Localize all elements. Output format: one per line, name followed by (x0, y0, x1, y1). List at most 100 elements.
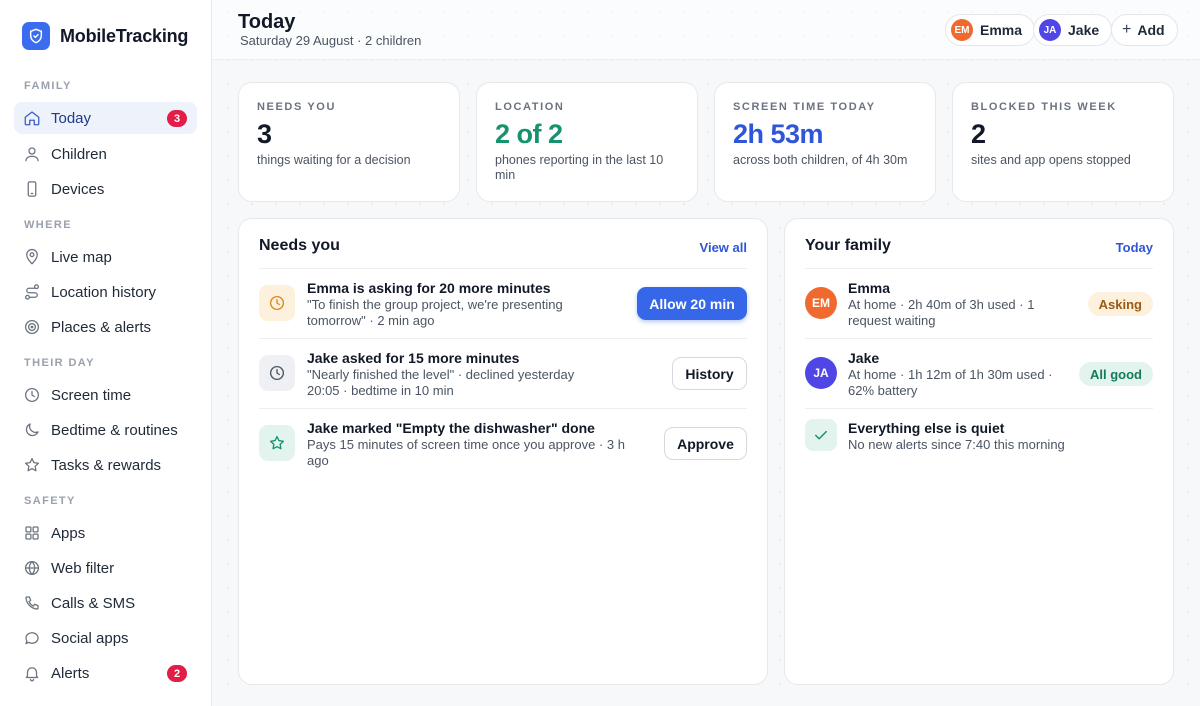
notification-badge: 3 (167, 110, 187, 127)
history-button[interactable]: History (672, 357, 747, 390)
member-desc: At home · 2h 40m of 3h used · 1 request … (848, 297, 1035, 328)
sidebar-item-social-apps[interactable]: Social apps (14, 622, 197, 654)
divider (805, 268, 1153, 269)
stat-value: 2 (971, 119, 986, 149)
stat-label: BLOCKED THIS WEEK (971, 101, 1117, 113)
panel-title: Needs you (259, 237, 340, 254)
sidebar-item-label: Tasks & rewards (51, 456, 162, 474)
sidebar-item-calls-sms[interactable]: Calls & SMS (14, 587, 197, 619)
sidebar-item-label: Social apps (51, 629, 129, 647)
clock-icon (259, 285, 295, 321)
stat-card-location: LOCATION 2 of 2 phones reporting in the … (476, 82, 698, 202)
approve-button[interactable]: Approve (664, 427, 747, 460)
sidebar-item-label: Alerts (51, 664, 90, 682)
nav-section-family: FAMILY (24, 80, 72, 92)
stat-label: NEEDS YOU (257, 101, 336, 113)
shield-logo-icon (22, 22, 50, 50)
status-badge: All good (1079, 362, 1153, 386)
divider (259, 408, 747, 409)
sidebar-item-screen-time[interactable]: Screen time (14, 379, 197, 411)
add-label: Add (1137, 22, 1165, 38)
request-title: Emma is asking for 20 more minutes (307, 280, 551, 296)
avatar: JA (805, 357, 837, 389)
request-desc: Pays 15 minutes of screen time once you … (307, 437, 625, 468)
sidebar-item-bedtime-routines[interactable]: Bedtime & routines (14, 414, 197, 446)
sidebar-item-label: Children (51, 145, 107, 163)
avatar: EM (951, 19, 973, 41)
needs-you-panel: Needs you View all Emma is asking for 20… (238, 218, 768, 685)
sidebar-item-label: Live map (51, 248, 112, 266)
map-pin-icon (23, 248, 41, 266)
brand-name: MobileTracking (60, 25, 189, 46)
allow-20-min-button[interactable]: Allow 20 min (637, 287, 747, 320)
avatar: EM (805, 287, 837, 319)
stat-label: SCREEN TIME TODAY (733, 101, 876, 113)
divider (805, 338, 1153, 339)
sidebar-item-devices[interactable]: Devices (14, 173, 197, 205)
child-chip-jake[interactable]: JA Jake (1033, 14, 1113, 46)
stat-value: 2 of 2 (495, 119, 563, 149)
divider (259, 338, 747, 339)
header: Today Saturday 29 August · 2 children EM… (212, 0, 1200, 60)
member-desc: At home · 1h 12m of 1h 30m used · 62% ba… (848, 367, 1053, 398)
route-icon (23, 283, 41, 301)
today-link[interactable]: Today (1116, 240, 1153, 255)
sidebar-item-label: Apps (51, 524, 86, 542)
sidebar-item-label: Calls & SMS (51, 594, 136, 612)
page-title: Today (238, 11, 296, 33)
nav-section-safety: SAFETY (24, 495, 76, 507)
sidebar-item-alerts[interactable]: Alerts 2 (14, 657, 197, 689)
stat-desc: phones reporting in the last 10 min (495, 153, 664, 182)
sidebar-item-label: Screen time (51, 386, 132, 404)
moon-icon (23, 421, 41, 439)
home-icon (23, 109, 41, 127)
sidebar-item-children[interactable]: Children (14, 138, 197, 170)
stat-card-needs-you: NEEDS YOU 3 things waiting for a decisio… (238, 82, 460, 202)
user-icon (23, 145, 41, 163)
brand[interactable]: MobileTracking (22, 22, 188, 50)
sidebar-item-places-alerts[interactable]: Places & alerts (14, 311, 197, 343)
sidebar-item-label: Today (51, 109, 92, 127)
sidebar-item-label: Places & alerts (51, 318, 152, 336)
stat-value: 2h 53m (733, 119, 824, 149)
sidebar-item-tasks-rewards[interactable]: Tasks & rewards (14, 449, 197, 481)
stat-card-screen-time: SCREEN TIME TODAY 2h 53m across both chi… (714, 82, 936, 202)
stat-label: LOCATION (495, 101, 565, 113)
target-icon (23, 318, 41, 336)
stat-desc: sites and app opens stopped (971, 153, 1131, 167)
child-chip-emma[interactable]: EM Emma (945, 14, 1036, 46)
stat-card-blocked: BLOCKED THIS WEEK 2 sites and app opens … (952, 82, 1174, 202)
nav-section-their-day: THEIR DAY (24, 357, 95, 369)
request-desc: "To finish the group project, we're pres… (307, 297, 563, 328)
bell-icon (23, 664, 41, 682)
sidebar-item-location-history[interactable]: Location history (14, 276, 197, 308)
panel-title: Your family (805, 237, 891, 254)
grid-icon (23, 524, 41, 542)
request-desc: "Nearly finished the level" · declined y… (307, 367, 575, 398)
sidebar-item-today[interactable]: Today 3 (14, 102, 197, 134)
sidebar-item-live-map[interactable]: Live map (14, 241, 197, 273)
quiet-title: Everything else is quiet (848, 420, 1005, 436)
chat-icon (23, 629, 41, 647)
sidebar: MobileTracking FAMILY Today 3 Children D… (0, 0, 212, 706)
sidebar-item-label: Devices (51, 180, 105, 198)
child-chip-name: Emma (980, 22, 1023, 38)
child-chip-name: Jake (1068, 22, 1100, 38)
sidebar-item-web-filter[interactable]: Web filter (14, 552, 197, 584)
request-title: Jake asked for 15 more minutes (307, 350, 520, 366)
sidebar-item-label: Web filter (51, 559, 115, 577)
quiet-desc: No new alerts since 7:40 this morning (848, 437, 1065, 452)
notification-badge: 2 (167, 665, 187, 682)
star-icon (23, 456, 41, 474)
sidebar-item-apps[interactable]: Apps (14, 517, 197, 549)
member-name: Jake (848, 350, 880, 366)
page-subtitle: Saturday 29 August · 2 children (240, 33, 422, 48)
clock-icon (23, 386, 41, 404)
add-child-button[interactable]: + Add (1111, 14, 1178, 46)
stat-value: 3 (257, 119, 272, 149)
clock-icon (259, 355, 295, 391)
phone-icon (23, 180, 41, 198)
nav-section-where: WHERE (24, 219, 72, 231)
view-all-link[interactable]: View all (700, 240, 747, 255)
sidebar-item-label: Location history (51, 283, 157, 301)
